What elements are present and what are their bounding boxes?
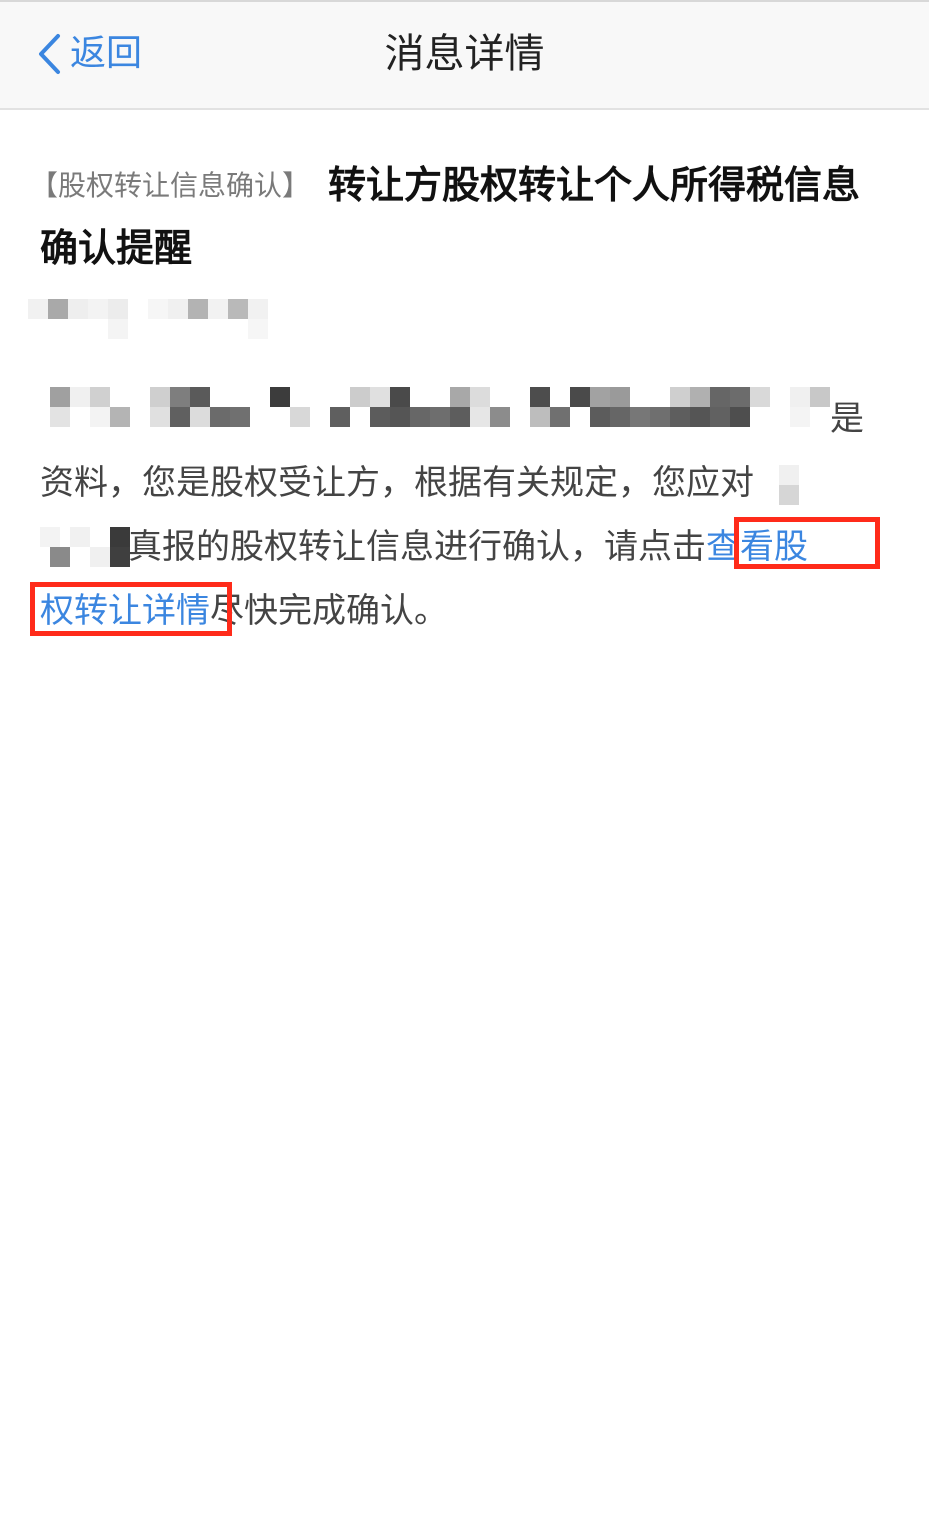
message-content: 【股权转让信息确认】 转让方股权转让个人所得税信息确认提醒 是 资料，您是股权受…: [28, 154, 890, 643]
body-line-1: 是: [40, 387, 870, 451]
body-text: 尽快完成确认。: [210, 591, 448, 631]
top-divider: [0, 0, 929, 2]
redacted-text: [40, 526, 130, 571]
body-line-2: 资料，您是股权受让方，根据有关规定，您应对: [40, 451, 870, 515]
highlight-box: [30, 582, 232, 636]
body-text: 资料，您是股权受让方，根据有关规定，您应对: [40, 463, 754, 503]
body-text: 真报的股权转让信息进行确认，请点击: [128, 527, 706, 567]
highlight-box: [734, 517, 880, 569]
navigation-bar: 返回 消息详情: [0, 0, 929, 110]
message-tag: 【股权转让信息确认】: [30, 169, 311, 202]
redacted-date: [28, 299, 878, 339]
redacted-text: [778, 464, 799, 505]
page-title: 消息详情: [384, 31, 545, 77]
message-headline: 【股权转让信息确认】 转让方股权转让个人所得税信息确认提醒: [30, 154, 870, 279]
body-text-fragment: 是: [830, 399, 864, 439]
redacted-text: [50, 387, 850, 427]
